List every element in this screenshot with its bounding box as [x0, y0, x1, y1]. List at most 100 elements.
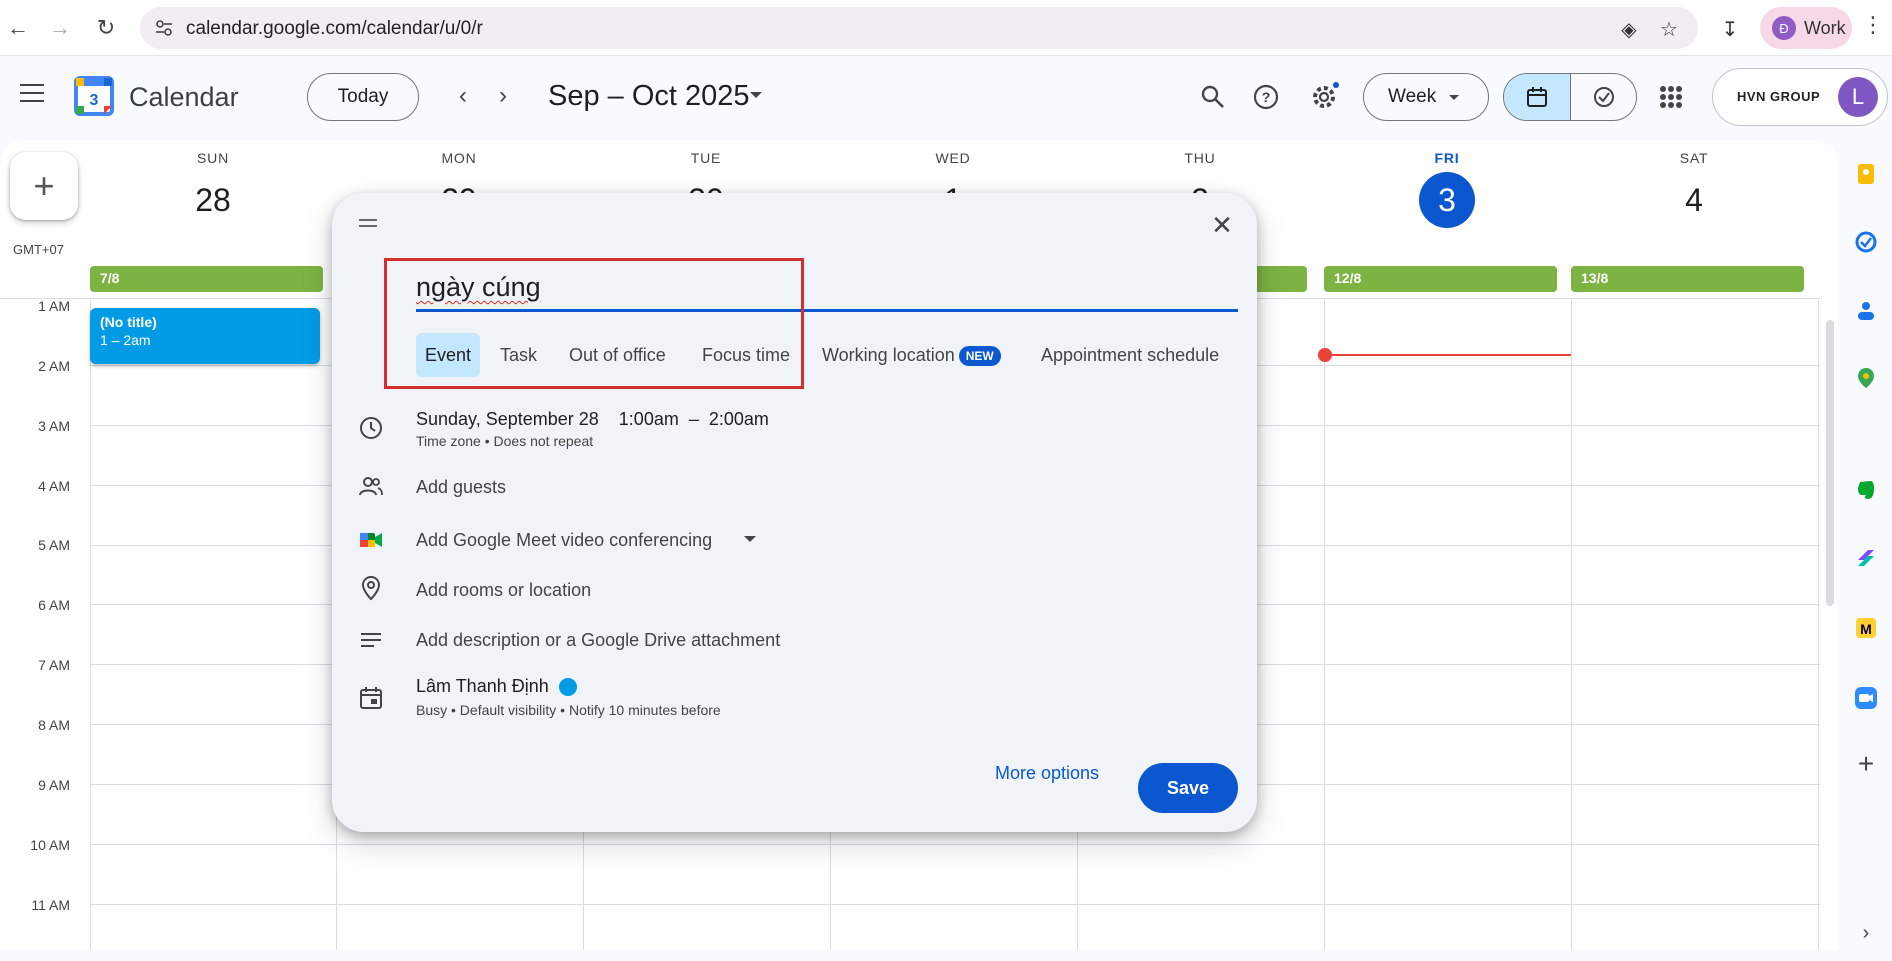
event-date-subtext[interactable]: Time zone • Does not repeat — [416, 433, 593, 449]
calendar-toggle-icon — [1527, 87, 1547, 107]
day-header-sun[interactable]: SUN 28 — [90, 150, 336, 228]
add-location-field[interactable]: Add rooms or location — [416, 580, 591, 601]
timezone-label: GMT+07 — [13, 242, 64, 257]
create-button[interactable]: + — [10, 152, 78, 220]
event-date-time[interactable]: Sunday, September 28 1:00am – 2:00am — [416, 409, 769, 430]
view-selector-caret-icon — [1449, 95, 1459, 100]
bookmark-star-icon[interactable]: ☆ — [1658, 17, 1680, 41]
extension-icon[interactable]: ◈ — [1618, 17, 1640, 41]
hour-label: 7 AM — [38, 657, 70, 673]
org-logo: HVN GROUP — [1737, 89, 1821, 104]
hour-label: 11 AM — [31, 897, 70, 913]
calendar-color-dot[interactable] — [558, 678, 577, 697]
profile-label: Work — [1804, 18, 1846, 38]
allday-event[interactable]: 13/8 — [1571, 266, 1804, 292]
quick-event-dialog: ✕ ngày cúng Event Task Out of office Foc… — [332, 193, 1257, 832]
main-menu-icon[interactable] — [20, 84, 44, 102]
evernote-icon[interactable] — [1854, 478, 1878, 502]
day-column-line — [90, 300, 91, 950]
clock-icon — [360, 417, 382, 439]
day-column-line — [1818, 300, 1819, 950]
hour-label: 3 AM — [38, 418, 70, 434]
tasks-check-icon — [1594, 87, 1614, 107]
draft-event-chip[interactable]: (No title) 1 – 2am — [90, 308, 320, 364]
hour-label: 9 AM — [38, 777, 70, 793]
hour-label: 2 AM — [38, 358, 70, 374]
close-icon[interactable]: ✕ — [1208, 211, 1236, 239]
hour-label: 4 AM — [38, 478, 70, 494]
tab-appointment-schedule[interactable]: Appointment schedule — [1032, 333, 1228, 377]
date-range-label[interactable]: Sep – Oct 2025 — [548, 80, 750, 113]
location-pin-icon — [361, 575, 381, 601]
calendar-owner[interactable]: Lâm Thanh Định — [416, 676, 577, 697]
add-description-field[interactable]: Add description or a Google Drive attach… — [416, 630, 780, 651]
svg-text:?: ? — [1262, 89, 1271, 105]
search-icon[interactable] — [1198, 82, 1228, 112]
hour-label: 10 AM — [30, 837, 70, 853]
hour-label: 8 AM — [38, 717, 70, 733]
google-apps-icon[interactable] — [1660, 86, 1682, 108]
save-button[interactable]: Save — [1138, 763, 1238, 813]
allday-event[interactable]: 12/8 — [1324, 266, 1557, 292]
drag-handle-icon[interactable] — [359, 219, 377, 231]
app-header: 3 Calendar Today ‹ › Sep – Oct 2025 ? We… — [0, 56, 1892, 140]
calendar-owner-subtext[interactable]: Busy • Default visibility • Notify 10 mi… — [416, 702, 721, 718]
browser-profile-chip[interactable]: Đ Work — [1760, 7, 1852, 49]
svg-text:M: M — [1860, 621, 1872, 637]
miro-icon[interactable]: M — [1854, 616, 1878, 640]
add-meet-button[interactable]: Add Google Meet video conferencing — [416, 530, 712, 551]
day-header-fri-today[interactable]: FRI 3 — [1324, 150, 1570, 228]
calendar-owner-icon — [360, 687, 382, 709]
hour-line — [90, 844, 1820, 845]
day-column-line — [1324, 300, 1325, 950]
calendar-logo-icon: 3 — [74, 76, 114, 116]
maps-icon[interactable] — [1854, 366, 1878, 390]
browser-menu-icon[interactable]: ⋮ — [1862, 12, 1884, 38]
calendar-tasks-toggle — [1503, 73, 1637, 121]
allday-event[interactable]: 7/8 — [90, 266, 323, 292]
more-options-button[interactable]: More options — [995, 763, 1099, 784]
calendar-view-toggle[interactable] — [1504, 74, 1571, 120]
next-week-icon[interactable]: › — [491, 82, 515, 110]
meet-dropdown-caret-icon[interactable] — [744, 536, 756, 542]
app-title: Calendar — [129, 82, 239, 112]
date-range-caret-icon[interactable] — [750, 92, 762, 98]
reload-icon[interactable]: ↻ — [90, 12, 122, 44]
tasks-icon[interactable] — [1854, 230, 1878, 254]
user-avatar: L — [1838, 77, 1878, 117]
add-guests-field[interactable]: Add guests — [416, 477, 506, 498]
description-icon — [361, 633, 381, 647]
zoom-icon[interactable] — [1854, 686, 1878, 710]
help-icon[interactable]: ? — [1251, 82, 1281, 112]
google-meet-icon — [360, 533, 382, 547]
logo-day: 3 — [90, 92, 99, 109]
download-icon[interactable]: ↧ — [1719, 17, 1741, 41]
today-button[interactable]: Today — [307, 73, 419, 121]
contacts-icon[interactable] — [1854, 298, 1878, 322]
back-icon[interactable]: ← — [2, 12, 34, 44]
address-bar[interactable]: calendar.google.com/calendar/u/0/r ◈ ☆ — [140, 7, 1698, 49]
prev-week-icon[interactable]: ‹ — [451, 82, 475, 110]
site-settings-icon[interactable] — [154, 18, 174, 38]
tasks-view-toggle[interactable] — [1571, 74, 1636, 120]
view-selector-button[interactable]: Week — [1363, 73, 1489, 121]
current-time-line — [1325, 354, 1571, 356]
keep-icon[interactable] — [1854, 162, 1878, 186]
guests-icon — [359, 477, 383, 496]
url-text: calendar.google.com/calendar/u/0/r — [186, 18, 483, 39]
event-time: 1 – 2am — [100, 332, 151, 348]
hour-label: 5 AM — [38, 537, 70, 553]
browser-toolbar: ← → ↻ calendar.google.com/calendar/u/0/r… — [0, 0, 1892, 56]
tab-working-location[interactable]: Working location NEW — [813, 333, 1010, 377]
day-column-line — [1571, 300, 1572, 950]
side-panel: M + › — [1840, 140, 1892, 961]
add-addon-icon[interactable]: + — [1854, 750, 1878, 778]
forward-icon[interactable]: → — [44, 12, 76, 44]
hour-label: 6 AM — [38, 597, 70, 613]
day-header-sat[interactable]: SAT 4 — [1571, 150, 1817, 228]
settings-gear-icon[interactable] — [1309, 82, 1339, 112]
layers-app-icon[interactable] — [1854, 546, 1878, 570]
collapse-panel-icon[interactable]: › — [1854, 922, 1878, 946]
account-chip[interactable]: HVN GROUP L — [1712, 68, 1888, 126]
grid-scrollbar[interactable] — [1826, 320, 1834, 606]
